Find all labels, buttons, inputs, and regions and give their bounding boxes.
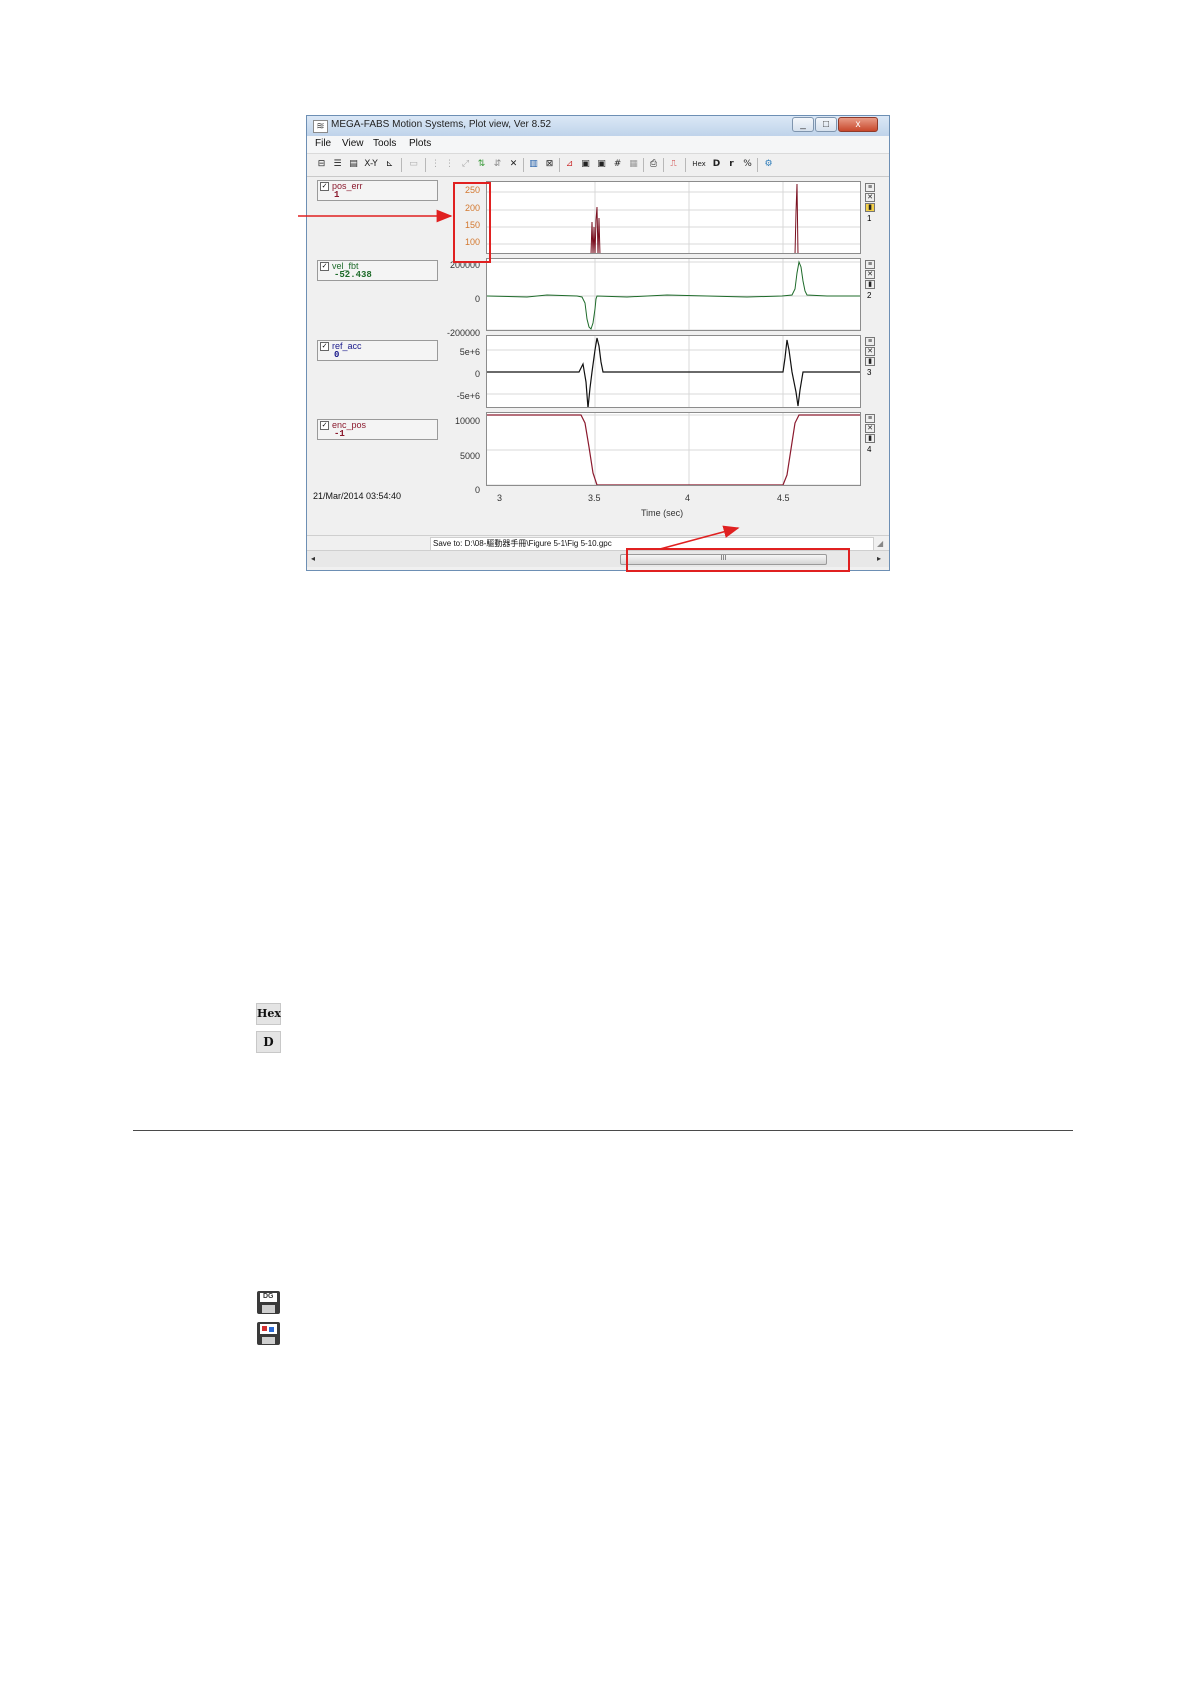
annotation-arrow-scroll: [659, 525, 740, 550]
d-icon: D: [256, 1031, 281, 1053]
save-data-icon: DG: [256, 1290, 281, 1315]
save-image-icon: [256, 1321, 281, 1346]
annotation-box-scrollbar: [626, 548, 850, 572]
hex-icon: Hex: [256, 1003, 281, 1025]
annotation-overlay: [298, 182, 850, 572]
save-data-icon-label: DG: [263, 1293, 274, 1300]
hex-icon-label: Hex: [257, 1007, 281, 1020]
d-icon-label: D: [263, 1035, 274, 1049]
annotation-box-yaxis: [453, 182, 491, 263]
section-divider: [133, 1130, 1073, 1131]
